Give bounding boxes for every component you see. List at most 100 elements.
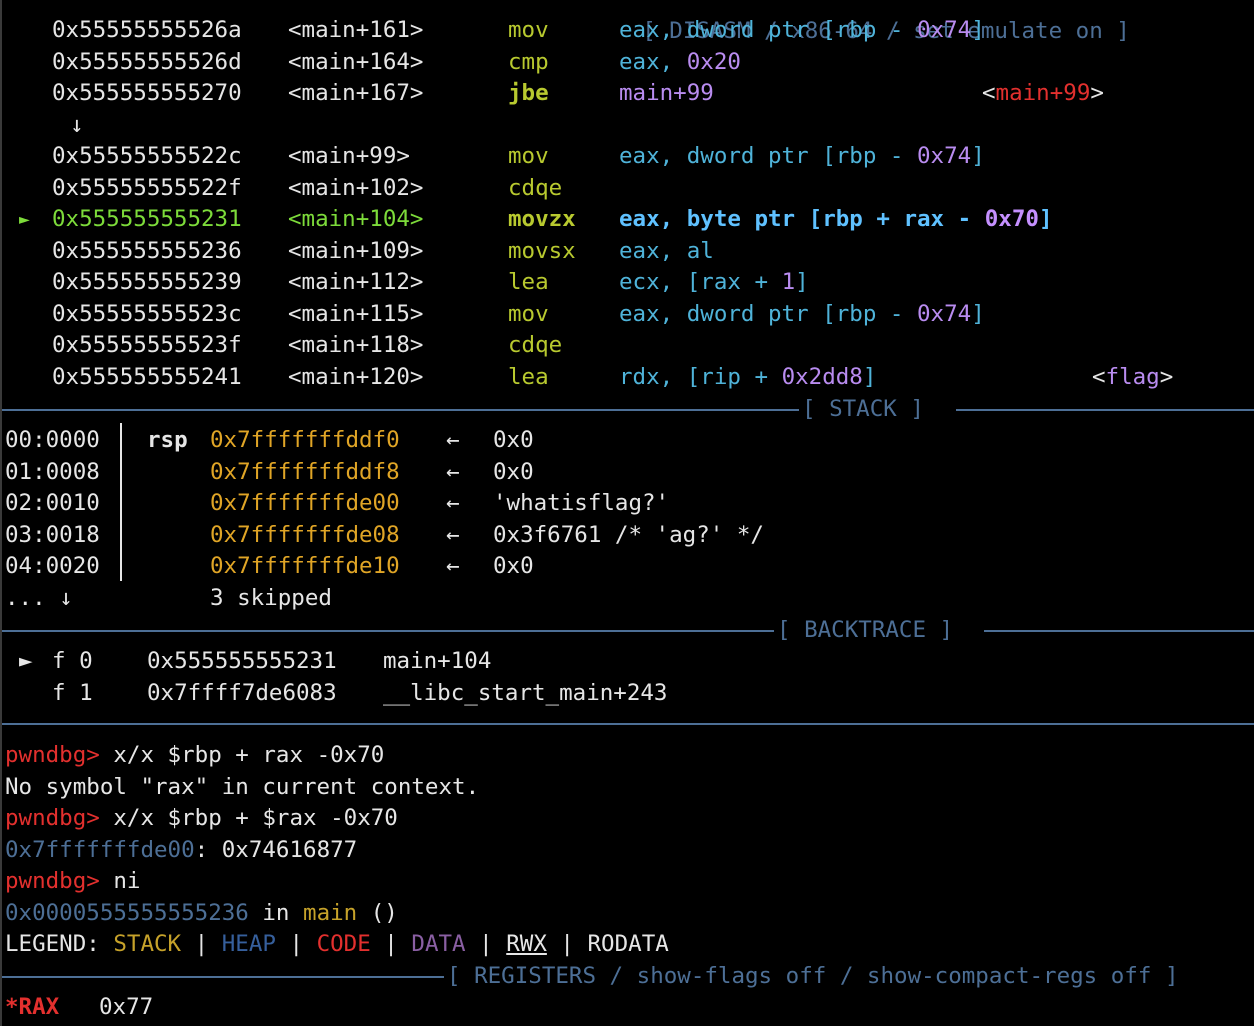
selected-frame-marker-icon: ►	[19, 648, 33, 674]
stack-divider: [ STACK ]	[2, 394, 1254, 426]
instruction-comment: <flag>	[1092, 363, 1174, 390]
backtrace-divider: [ BACKTRACE ]	[2, 615, 1254, 647]
instruction-mnemonic: lea	[508, 363, 549, 390]
console-line[interactable]: 0x7fffffffde00: 0x74616877	[2, 835, 1254, 867]
backtrace-frame[interactable]: ► f 0 0x555555555231 main+104	[2, 646, 1254, 678]
backtrace-header: [ BACKTRACE ]	[777, 617, 954, 643]
disasm-row[interactable]: 0x55555555523c <main+115> mov eax, dword pt…	[2, 299, 1254, 331]
stack-row[interactable]: 02:0010 0x7fffffffde00 ← 'whatisflag?'	[2, 488, 1254, 520]
console-command: pwndbg> x/x $rbp + rax -0x70	[5, 742, 385, 768]
console-command: pwndbg> x/x $rbp + $rax -0x70	[5, 805, 398, 831]
legend-item-stack: STACK	[113, 931, 182, 957]
stack-row[interactable]: 03:0018 0x7fffffffde08 ← 0x3f6761 /* 'ag?' …	[2, 520, 1254, 552]
instruction-operands: eax, 0x20	[619, 48, 741, 75]
left-arrow-icon: ←	[446, 490, 460, 516]
instruction-symbol: <main+112>	[288, 269, 424, 295]
console-command: pwndbg> ni	[5, 868, 141, 894]
disasm-row[interactable]: 0x55555555526d <main+164> cmp eax, 0x20	[2, 47, 1254, 79]
backtrace-frame[interactable]: f 1 0x7ffff7de6083 __libc_start_main+243	[2, 678, 1254, 710]
instruction-mnemonic: cmp	[508, 48, 549, 75]
disasm-row[interactable]: ↓	[2, 110, 1254, 142]
stack-offset: 03:0018	[5, 521, 100, 548]
stack-value: 0x0	[493, 553, 534, 579]
instruction-symbol: <main+161>	[288, 17, 424, 43]
instruction-symbol: <main+164>	[288, 48, 424, 75]
instruction-mnemonic: jbe	[508, 80, 549, 106]
legend-item-rwx: RWX	[506, 931, 547, 957]
console-line[interactable]: No symbol "rax" in current context.	[2, 772, 1254, 804]
left-arrow-icon: ←	[446, 458, 460, 485]
stack-offset: 01:0008	[5, 458, 100, 485]
legend-label: LEGEND:	[5, 931, 114, 957]
instruction-operands: main+99	[619, 80, 714, 106]
register-value: 0x77	[99, 994, 154, 1020]
stack-value: 0x3f6761 /* 'ag?' */	[493, 521, 764, 548]
instruction-symbol: <main+167>	[288, 80, 424, 106]
stack-address: 0x7fffffffde10	[210, 553, 400, 579]
frame-address: 0x555555555231	[147, 648, 337, 674]
jump-arrow-icon: ↓	[70, 111, 84, 138]
instruction-address: 0x55555555522f	[52, 174, 242, 201]
stack-value: 0x0	[493, 458, 534, 485]
stack-offset: 02:0010	[5, 490, 100, 516]
instruction-address: 0x555555555241	[52, 363, 242, 390]
left-arrow-icon: ←	[446, 521, 460, 548]
instruction-symbol: <main+120>	[288, 363, 424, 390]
stack-row[interactable]: 01:0008 0x7fffffffddf8 ← 0x0	[2, 457, 1254, 489]
stack-offset: 04:0020	[5, 553, 100, 579]
disasm-row[interactable]: 0x55555555523f <main+118> cdqe	[2, 330, 1254, 362]
stack-address: 0x7fffffffde00	[210, 490, 400, 516]
instruction-address: 0x55555555522c	[52, 143, 242, 169]
instruction-operands: eax, al	[619, 237, 714, 264]
stack-row[interactable]: 00:0000 rsp 0x7fffffffddf0 ← 0x0	[2, 425, 1254, 457]
disasm-row[interactable]: 0x555555555241 <main+120> lea rdx, [rip + 0…	[2, 362, 1254, 394]
disasm-row[interactable]: 0x55555555526a <main+161> mov eax, dword pt…	[2, 15, 1254, 47]
memory-examine-output: 0x7fffffffde00: 0x74616877	[5, 836, 358, 863]
instruction-operands: rdx, [rip + 0x2dd8]	[619, 363, 877, 390]
legend-item-rodata: RODATA	[587, 931, 669, 957]
instruction-address: 0x555555555231	[52, 206, 242, 232]
disasm-row[interactable]: 0x55555555522f <main+102> cdqe	[2, 173, 1254, 205]
console-line[interactable]: pwndbg> ni	[2, 866, 1254, 898]
skipped-ellipsis: ... ↓	[5, 584, 73, 611]
disasm-row[interactable]: 0x55555555522c <main+99> mov eax, dword ptr…	[2, 141, 1254, 173]
disasm-row[interactable]: 0x555555555236 <main+109> movsx eax, al	[2, 236, 1254, 268]
frame-address: 0x7ffff7de6083	[147, 679, 337, 706]
frame-index: f 1	[52, 679, 93, 706]
instruction-mnemonic: cdqe	[508, 332, 563, 358]
stack-offset-border	[120, 423, 122, 581]
instruction-address: 0x55555555526d	[52, 48, 242, 75]
stack-value: 0x0	[493, 427, 534, 453]
instruction-symbol: <main+118>	[288, 332, 424, 358]
stack-address: 0x7fffffffde08	[210, 521, 400, 548]
terminal-window[interactable]: [ DISASM / x86-64 / set emulate on ] 0x5…	[0, 0, 1254, 1026]
instruction-address: 0x555555555239	[52, 269, 242, 295]
console-line[interactable]: 0x0000555555555236 in main ()	[2, 898, 1254, 930]
console-line[interactable]: pwndbg> x/x $rbp + rax -0x70	[2, 740, 1254, 772]
instruction-operands: eax, byte ptr [rbp + rax - 0x70]	[619, 206, 1053, 232]
instruction-symbol: <main+104>	[288, 206, 424, 232]
register-row[interactable]: *RAX 0x77	[2, 992, 1254, 1024]
pwndbg-prompt: pwndbg>	[5, 868, 100, 894]
legend-item-heap: HEAP	[221, 931, 276, 957]
disasm-header: [ DISASM / x86-64 / set emulate on ]	[588, 0, 1130, 44]
frame-index: f 0	[52, 648, 93, 674]
skipped-count: 3 skipped	[210, 584, 332, 611]
stack-row[interactable]: 04:0020 0x7fffffffde10 ← 0x0	[2, 551, 1254, 583]
instruction-mnemonic: mov	[508, 17, 549, 43]
instruction-mnemonic: mov	[508, 300, 549, 327]
disasm-row[interactable]: 0x555555555270 <main+167> jbe main+99 <main+…	[2, 78, 1254, 110]
stack-offset: 00:0000	[5, 427, 100, 453]
stack-value: 'whatisflag?'	[493, 490, 670, 516]
console-line[interactable]: pwndbg> x/x $rbp + $rax -0x70	[2, 803, 1254, 835]
instruction-operands: eax, dword ptr [rbp - 0x74]	[619, 300, 985, 327]
stack-address: 0x7fffffffddf0	[210, 427, 400, 453]
register-name: *RAX	[5, 994, 60, 1020]
instruction-address: 0x555555555236	[52, 237, 242, 264]
frame-symbol: __libc_start_main+243	[383, 679, 668, 706]
disasm-row[interactable]: ► 0x555555555231 <main+104> movzx eax, byte …	[2, 204, 1254, 236]
stack-skipped-row: ... ↓ 3 skipped	[2, 583, 1254, 615]
instruction-address: 0x55555555523f	[52, 332, 242, 358]
disasm-row[interactable]: 0x555555555239 <main+112> lea ecx, [rax + 1…	[2, 267, 1254, 299]
stack-header: [ STACK ]	[802, 396, 924, 422]
